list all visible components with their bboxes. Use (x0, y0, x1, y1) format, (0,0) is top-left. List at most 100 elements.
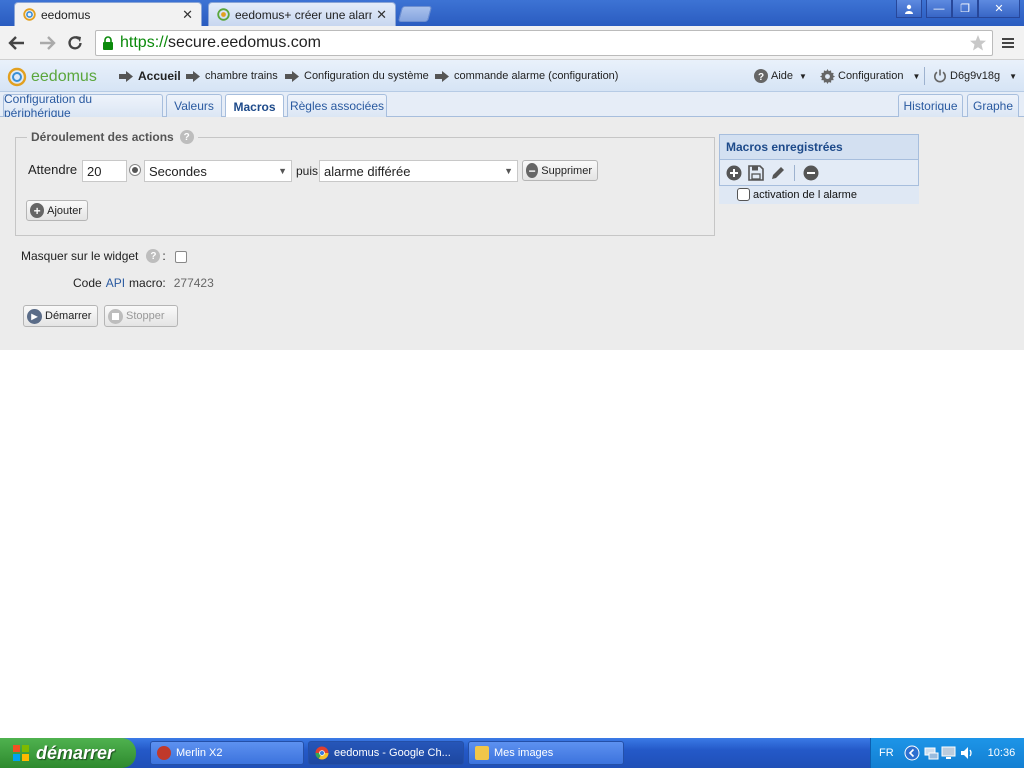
unit-radio[interactable] (129, 164, 141, 176)
breadcrumb-room[interactable]: chambre trains (186, 60, 278, 92)
language-indicator[interactable]: FR (879, 747, 894, 759)
hide-widget-checkbox[interactable] (175, 251, 187, 263)
tab-label: Règles associées (289, 99, 385, 113)
tab-device-configuration[interactable]: Configuration du périphérique (3, 92, 163, 120)
restore-window-button[interactable]: ❐ (952, 0, 978, 18)
power-icon (933, 69, 947, 83)
plus-circle-icon: + (30, 203, 45, 218)
display-icon[interactable] (941, 745, 957, 761)
logo-text: eedomus (31, 68, 97, 85)
saved-macro-item[interactable]: activation de l alarme (719, 186, 919, 204)
close-tab-icon[interactable]: ✕ (376, 7, 387, 23)
tab-label: Historique (903, 99, 958, 113)
forward-arrow-icon[interactable] (36, 32, 58, 54)
browser-menu-icon[interactable] (997, 32, 1019, 54)
delete-action-label: Supprimer (541, 164, 592, 177)
url-host: secure.eedomus.com (168, 34, 321, 51)
breadcrumb-current[interactable]: commande alarme (configuration) (435, 60, 618, 92)
help-icon[interactable]: ? (179, 130, 194, 144)
close-window-button[interactable]: ✕ (978, 0, 1020, 18)
back-arrow-icon[interactable] (6, 32, 28, 54)
arrow-right-icon (435, 70, 449, 82)
edit-macro-icon[interactable] (769, 164, 787, 182)
play-icon: ▶ (27, 308, 42, 324)
toolbar-separator (794, 164, 795, 181)
saved-macros-title: Macros enregistrées (719, 134, 919, 160)
stop-button[interactable]: Stopper (104, 305, 178, 327)
action-select[interactable]: alarme différée ▼ (319, 160, 518, 182)
time-unit-value: Secondes (149, 163, 207, 179)
arrow-right-icon (119, 70, 133, 82)
tray-expand-icon[interactable] (904, 745, 920, 761)
user-profile-icon[interactable] (896, 0, 922, 18)
add-action-button[interactable]: + Ajouter (26, 200, 88, 221)
close-tab-icon[interactable]: ✕ (182, 7, 193, 23)
taskbar-item-merlin[interactable]: Merlin X2 (150, 741, 304, 765)
taskbar-item-label: Mes images (494, 747, 554, 759)
network-icon[interactable] (923, 745, 939, 761)
macro-checkbox[interactable] (737, 188, 750, 201)
tab-label: Graphe (972, 99, 1014, 113)
merlin-app-icon (157, 746, 171, 760)
eedomus-logo-icon (7, 67, 27, 87)
browser-tab-label: eedomus (41, 7, 91, 22)
saved-macro-label: activation de l alarme (753, 189, 857, 201)
chrome-app-icon (315, 746, 329, 760)
url-scheme: https:// (120, 34, 169, 51)
taskbar-item-label: eedomus - Google Ch... (334, 747, 451, 759)
start-button[interactable]: démarrer (0, 738, 136, 768)
chevron-down-icon: ▼ (799, 71, 807, 81)
api-code-value: 277423 (173, 276, 214, 290)
eedomus-logo[interactable]: eedomus (7, 67, 97, 87)
chevron-down-icon: ▼ (1009, 71, 1018, 81)
browser-tab-eedomus[interactable]: eedomus ✕ (14, 2, 202, 26)
wait-duration-value: 20 (87, 163, 102, 179)
configuration-menu[interactable]: Configuration ▼ (820, 60, 920, 92)
stop-label: Stopper (126, 310, 165, 322)
remove-macro-icon[interactable] (802, 164, 820, 182)
address-bar[interactable]: https:// secure.eedomus.com (95, 30, 993, 56)
tab-values[interactable]: Valeurs (166, 94, 222, 117)
system-tray: FR 10:36 (870, 738, 1024, 768)
add-action-label: Ajouter (47, 204, 82, 217)
tab-macros[interactable]: Macros (225, 94, 284, 118)
start-label: Démarrer (45, 310, 92, 322)
wait-duration-input[interactable]: 20 (82, 160, 127, 182)
tab-graph[interactable]: Graphe (967, 94, 1019, 117)
hide-widget-colon: : (162, 249, 166, 263)
reload-icon[interactable] (64, 32, 86, 54)
minus-circle-icon: − (526, 163, 539, 178)
help-icon[interactable]: ? (146, 249, 161, 263)
stop-icon (108, 308, 123, 324)
breadcrumb-system-config[interactable]: Configuration du système (285, 60, 429, 92)
bookmark-star-icon[interactable] (969, 34, 987, 52)
menu-divider (924, 67, 925, 85)
add-macro-icon[interactable] (725, 164, 743, 182)
clock: 10:36 (987, 747, 1016, 759)
tab-associated-rules[interactable]: Règles associées (287, 94, 387, 117)
browser-tab-eedomus-plus[interactable]: eedomus+ créer une alarme ✕ (208, 2, 396, 26)
minimize-window-button[interactable]: — (926, 0, 952, 18)
taskbar-item-chrome[interactable]: eedomus - Google Ch... (308, 741, 464, 765)
user-menu-label: D6g9v18g (950, 70, 1001, 82)
delete-action-button[interactable]: − Supprimer (522, 160, 598, 181)
start-button[interactable]: ▶ Démarrer (23, 305, 98, 327)
tab-label: Macros (233, 99, 276, 114)
volume-icon[interactable] (959, 745, 975, 761)
chevron-down-icon: ▼ (912, 71, 921, 81)
tab-history[interactable]: Historique (898, 94, 963, 117)
help-menu[interactable]: ? Aide ▼ (754, 60, 807, 92)
api-code-link[interactable]: API (106, 276, 125, 290)
breadcrumb-home[interactable]: Accueil (119, 60, 181, 92)
gear-icon (820, 68, 835, 84)
lock-icon (102, 36, 114, 50)
browser-tab-label: eedomus+ créer une alarme (235, 7, 373, 22)
hide-widget-row: Masquer sur le widget ? : (21, 249, 166, 263)
browser-toolbar: https:// secure.eedomus.com (0, 26, 1024, 60)
time-unit-select[interactable]: Secondes ▼ (144, 160, 292, 182)
app-header: eedomus Accueil chambre trains Configura… (0, 60, 1024, 92)
taskbar-item-images[interactable]: Mes images (468, 741, 624, 765)
user-menu[interactable]: D6g9v18g ▼ (924, 60, 1017, 92)
new-tab-button[interactable] (397, 6, 433, 22)
save-macro-icon[interactable] (747, 164, 765, 182)
